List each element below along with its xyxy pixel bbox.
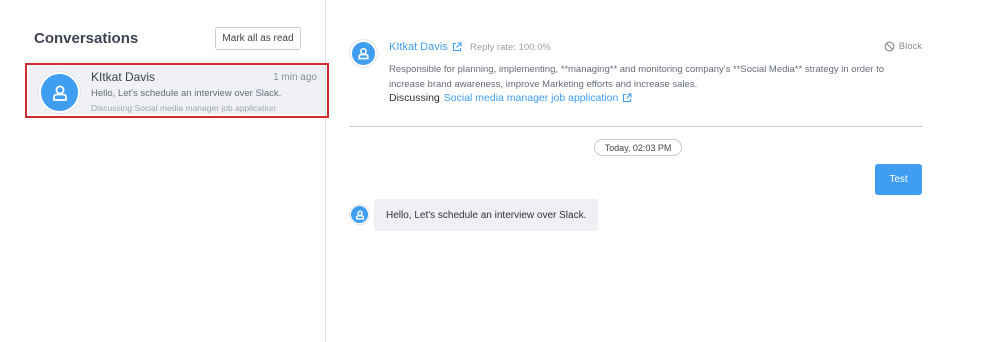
- conversations-title: Conversations: [34, 30, 139, 47]
- avatar: [39, 72, 80, 113]
- conversation-name: KItkat Davis: [91, 70, 156, 84]
- chat-pane: KItkat Davis Reply rate: 100.0% Block Re…: [327, 0, 988, 342]
- job-link-label[interactable]: Social media manager job application: [444, 92, 619, 104]
- sent-message-bubble: Test: [875, 164, 922, 195]
- discussing-row: Discussing Social media manager job appl…: [389, 92, 632, 104]
- contact-description: Responsible for planning, implementing, …: [389, 64, 885, 90]
- received-message-bubble: Hello, Let's schedule an interview over …: [374, 199, 599, 231]
- block-icon[interactable]: [884, 41, 895, 52]
- sender-avatar: [350, 205, 369, 224]
- contact-avatar: [350, 40, 377, 67]
- mark-all-read-button[interactable]: Mark all as read: [215, 27, 301, 50]
- external-link-icon[interactable]: [622, 93, 632, 103]
- user-icon: [355, 210, 364, 220]
- external-link-icon[interactable]: [452, 42, 462, 52]
- block-button[interactable]: Block: [884, 41, 922, 52]
- contact-name-link[interactable]: KItkat Davis: [389, 41, 462, 53]
- block-label[interactable]: Block: [899, 41, 922, 52]
- discussing-label: Discussing: [389, 92, 440, 104]
- conversation-list-pane: Conversations Mark all as read KItkat Da…: [0, 0, 329, 342]
- job-application-link[interactable]: Social media manager job application: [444, 92, 633, 104]
- conversation-item[interactable]: KItkat Davis 1 min ago Hello, Let's sche…: [25, 63, 329, 118]
- reply-rate: Reply rate: 100.0%: [470, 42, 551, 53]
- conversation-item-body[interactable]: KItkat Davis 1 min ago Hello, Let's sche…: [29, 67, 325, 114]
- conversation-time: 1 min ago: [273, 72, 317, 83]
- user-icon: [358, 47, 369, 60]
- contact-name[interactable]: KItkat Davis: [389, 41, 448, 53]
- conversation-preview: Hello, Let's schedule an interview over …: [91, 88, 282, 99]
- header-divider: [349, 126, 923, 127]
- user-icon: [52, 85, 67, 101]
- date-separator: Today, 02:03 PM: [594, 139, 682, 156]
- conversation-subject: Discussing Social media manager job appl…: [91, 103, 276, 113]
